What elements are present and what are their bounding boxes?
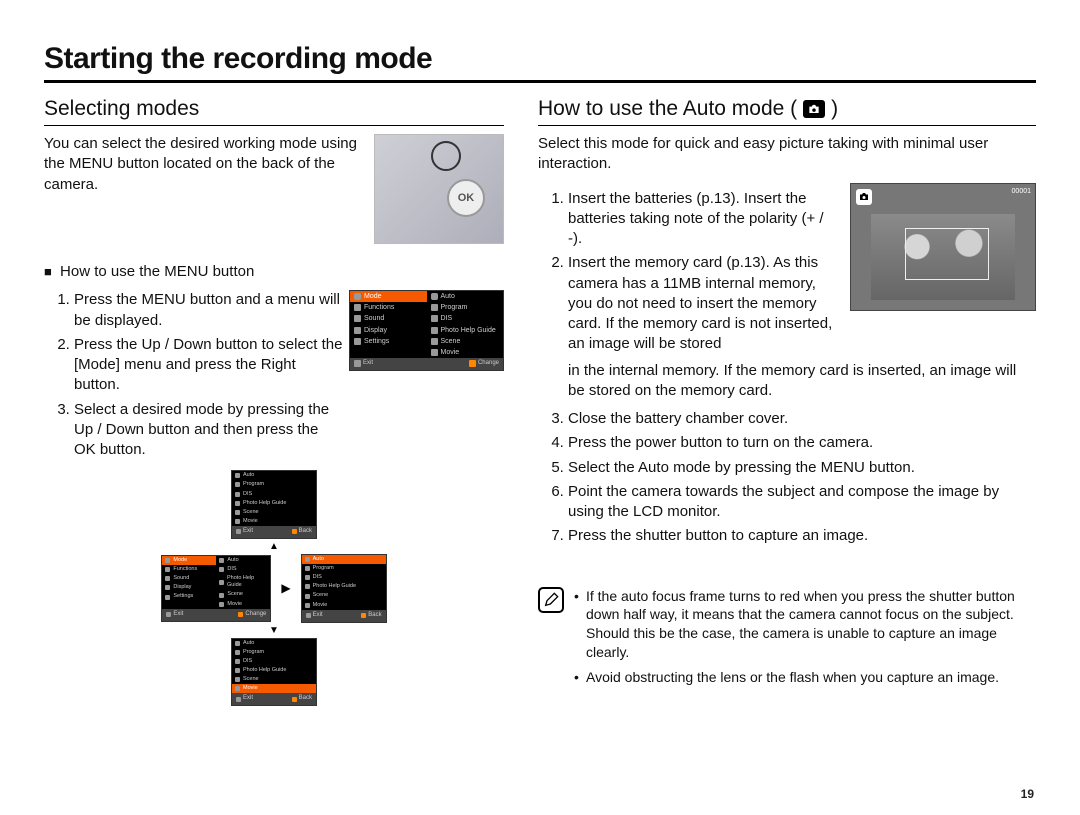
- page-title: Starting the recording mode: [44, 42, 1036, 76]
- menu-step-2: Press the Up / Down button to select the…: [74, 335, 344, 396]
- menu-steps: Press the MENU button and a menu will be…: [44, 290, 344, 460]
- left-intro-text: You can select the desired working mode …: [44, 134, 360, 195]
- left-heading-rule: [44, 125, 504, 126]
- auto-step-5: Select the Auto mode by pressing the MEN…: [568, 458, 1036, 478]
- auto-step-4: Press the power button to turn on the ca…: [568, 433, 1036, 453]
- mode-option-movie: Movie: [427, 347, 504, 358]
- auto-step-1: Insert the batteries (p.13). Insert the …: [568, 189, 836, 250]
- camera-back-image: [374, 134, 504, 244]
- menu-screenshot-main: Mode Functions Sound Display Settings Au…: [349, 290, 504, 370]
- menu-subheading: ■ How to use the MENU button: [44, 262, 504, 282]
- page-number: 19: [1021, 787, 1034, 801]
- camera-auto-icon: [803, 100, 825, 118]
- arrow-down-icon-2: ▼: [269, 625, 279, 636]
- menu-item-mode: Mode: [350, 291, 427, 302]
- note-icon: [538, 587, 564, 613]
- lcd-counter: 00001: [1012, 188, 1031, 195]
- title-rule: [44, 80, 1036, 83]
- note-list: If the auto focus frame turns to red whe…: [574, 587, 1036, 693]
- left-column: Selecting modes You can select the desir…: [44, 97, 504, 706]
- mode-option-auto: Auto: [427, 291, 504, 302]
- note-1: If the auto focus frame turns to red whe…: [574, 587, 1036, 663]
- right-heading: How to use the Auto mode ( ): [538, 97, 1036, 121]
- flow-screen-center: Auto Program DIS Photo Help Guide Scene …: [301, 554, 387, 623]
- auto-step-2: Insert the memory card (p.13). As this c…: [568, 253, 836, 354]
- menu-footer: Exit Change: [350, 358, 503, 370]
- mode-option-dis: DIS: [427, 313, 504, 324]
- menu-step-3: Select a desired mode by pressing the Up…: [74, 400, 344, 461]
- auto-step-3: Close the battery chamber cover.: [568, 409, 1036, 429]
- right-column: How to use the Auto mode ( ) Select this…: [538, 97, 1036, 706]
- menu-item-sound: Sound: [350, 313, 427, 324]
- flow-screen-left: Mode Functions Sound Display Settings Au…: [161, 555, 271, 622]
- flow-screen-top: Auto Program DIS Photo Help Guide Scene …: [231, 470, 317, 539]
- mode-option-program: Program: [427, 302, 504, 313]
- left-heading: Selecting modes: [44, 97, 504, 121]
- lcd-preview-image: 00001: [850, 183, 1036, 311]
- auto-step-2-continuation: in the internal memory. If the memory ca…: [538, 361, 1036, 402]
- selecting-modes-intro: You can select the desired working mode …: [44, 134, 504, 244]
- auto-step-6: Point the camera towards the subject and…: [568, 482, 1036, 523]
- right-intro-text: Select this mode for quick and easy pict…: [538, 134, 1036, 175]
- arrow-right-icon: ▶: [279, 581, 292, 595]
- right-heading-rule: [538, 125, 1036, 126]
- note-box: If the auto focus frame turns to red whe…: [538, 587, 1036, 693]
- flow-screen-bottom: Auto Program DIS Photo Help Guide Scene …: [231, 638, 317, 707]
- square-bullet-icon: ■: [44, 264, 52, 279]
- manual-page: Starting the recording mode Selecting mo…: [0, 0, 1080, 815]
- menu-item-settings: Settings: [350, 336, 427, 347]
- auto-mode-steps-1-2: Insert the batteries (p.13). Insert the …: [538, 189, 836, 355]
- two-column-layout: Selecting modes You can select the desir…: [44, 97, 1036, 706]
- arrow-down-icon: ▲: [269, 541, 279, 552]
- menu-howto-block: Press the MENU button and a menu will be…: [44, 290, 504, 460]
- menu-step-1: Press the MENU button and a menu will be…: [74, 290, 344, 331]
- note-2: Avoid obstructing the lens or the flash …: [574, 668, 1036, 687]
- mode-option-scene: Scene: [427, 336, 504, 347]
- mode-option-photohelp: Photo Help Guide: [427, 325, 504, 336]
- autofocus-frame: [905, 228, 989, 280]
- menu-flow-diagram: Auto Program DIS Photo Help Guide Scene …: [44, 470, 504, 706]
- auto-mode-steps-top: Insert the batteries (p.13). Insert the …: [538, 183, 1036, 361]
- menu-item-functions: Functions: [350, 302, 427, 313]
- menu-item-display: Display: [350, 325, 427, 336]
- auto-mode-steps-rest: Close the battery chamber cover. Press t…: [538, 409, 1036, 547]
- auto-step-7: Press the shutter button to capture an i…: [568, 526, 1036, 546]
